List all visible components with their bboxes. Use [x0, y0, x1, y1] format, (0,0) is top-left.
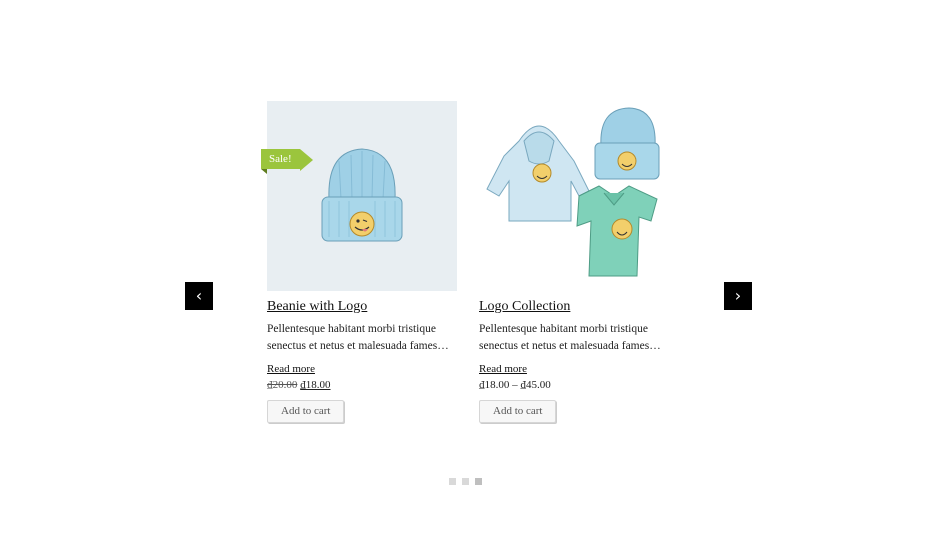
add-to-cart-button[interactable]: Add to cart: [267, 400, 345, 423]
carousel-dot-1[interactable]: [449, 478, 456, 485]
product-card: Logo Collection Pellentesque habitant mo…: [479, 101, 669, 423]
product-price-range: ₫18.00 – ₫45.00: [479, 379, 551, 391]
product-card: Sale! Beanie with Logo Pellentesque habi…: [261, 101, 457, 423]
carousel-dot-2[interactable]: [462, 478, 469, 485]
price-sale: ₫18.00: [300, 379, 331, 391]
beanie-illustration: [267, 101, 457, 291]
carousel-dot-3[interactable]: [475, 478, 482, 485]
product-carousel: ‹ › Sale! Beanie with Logo Pellentesque …: [0, 0, 935, 547]
product-description: Pellentesque habitant morbi tristique se…: [267, 323, 449, 352]
carousel-next-button[interactable]: ›: [724, 282, 752, 310]
product-description: Pellentesque habitant morbi tristique se…: [479, 323, 661, 352]
product-image-logo-collection[interactable]: [479, 101, 669, 291]
read-more-link[interactable]: Read more: [479, 363, 669, 375]
product-image-beanie[interactable]: Sale!: [261, 101, 457, 291]
add-to-cart-button[interactable]: Add to cart: [479, 400, 557, 423]
product-price: ₫20.00 ₫18.00: [267, 379, 457, 391]
chevron-right-icon: ›: [734, 286, 742, 305]
product-title-link[interactable]: Beanie with Logo: [267, 299, 457, 315]
chevron-left-icon: ‹: [195, 286, 203, 305]
carousel-prev-button[interactable]: ‹: [185, 282, 213, 310]
product-title-link[interactable]: Logo Collection: [479, 299, 669, 315]
carousel-pagination: [449, 478, 482, 485]
price-original: ₫20.00: [267, 379, 298, 391]
read-more-link[interactable]: Read more: [267, 363, 457, 375]
sale-badge: Sale!: [261, 149, 313, 174]
logo-collection-illustration: [479, 101, 669, 291]
